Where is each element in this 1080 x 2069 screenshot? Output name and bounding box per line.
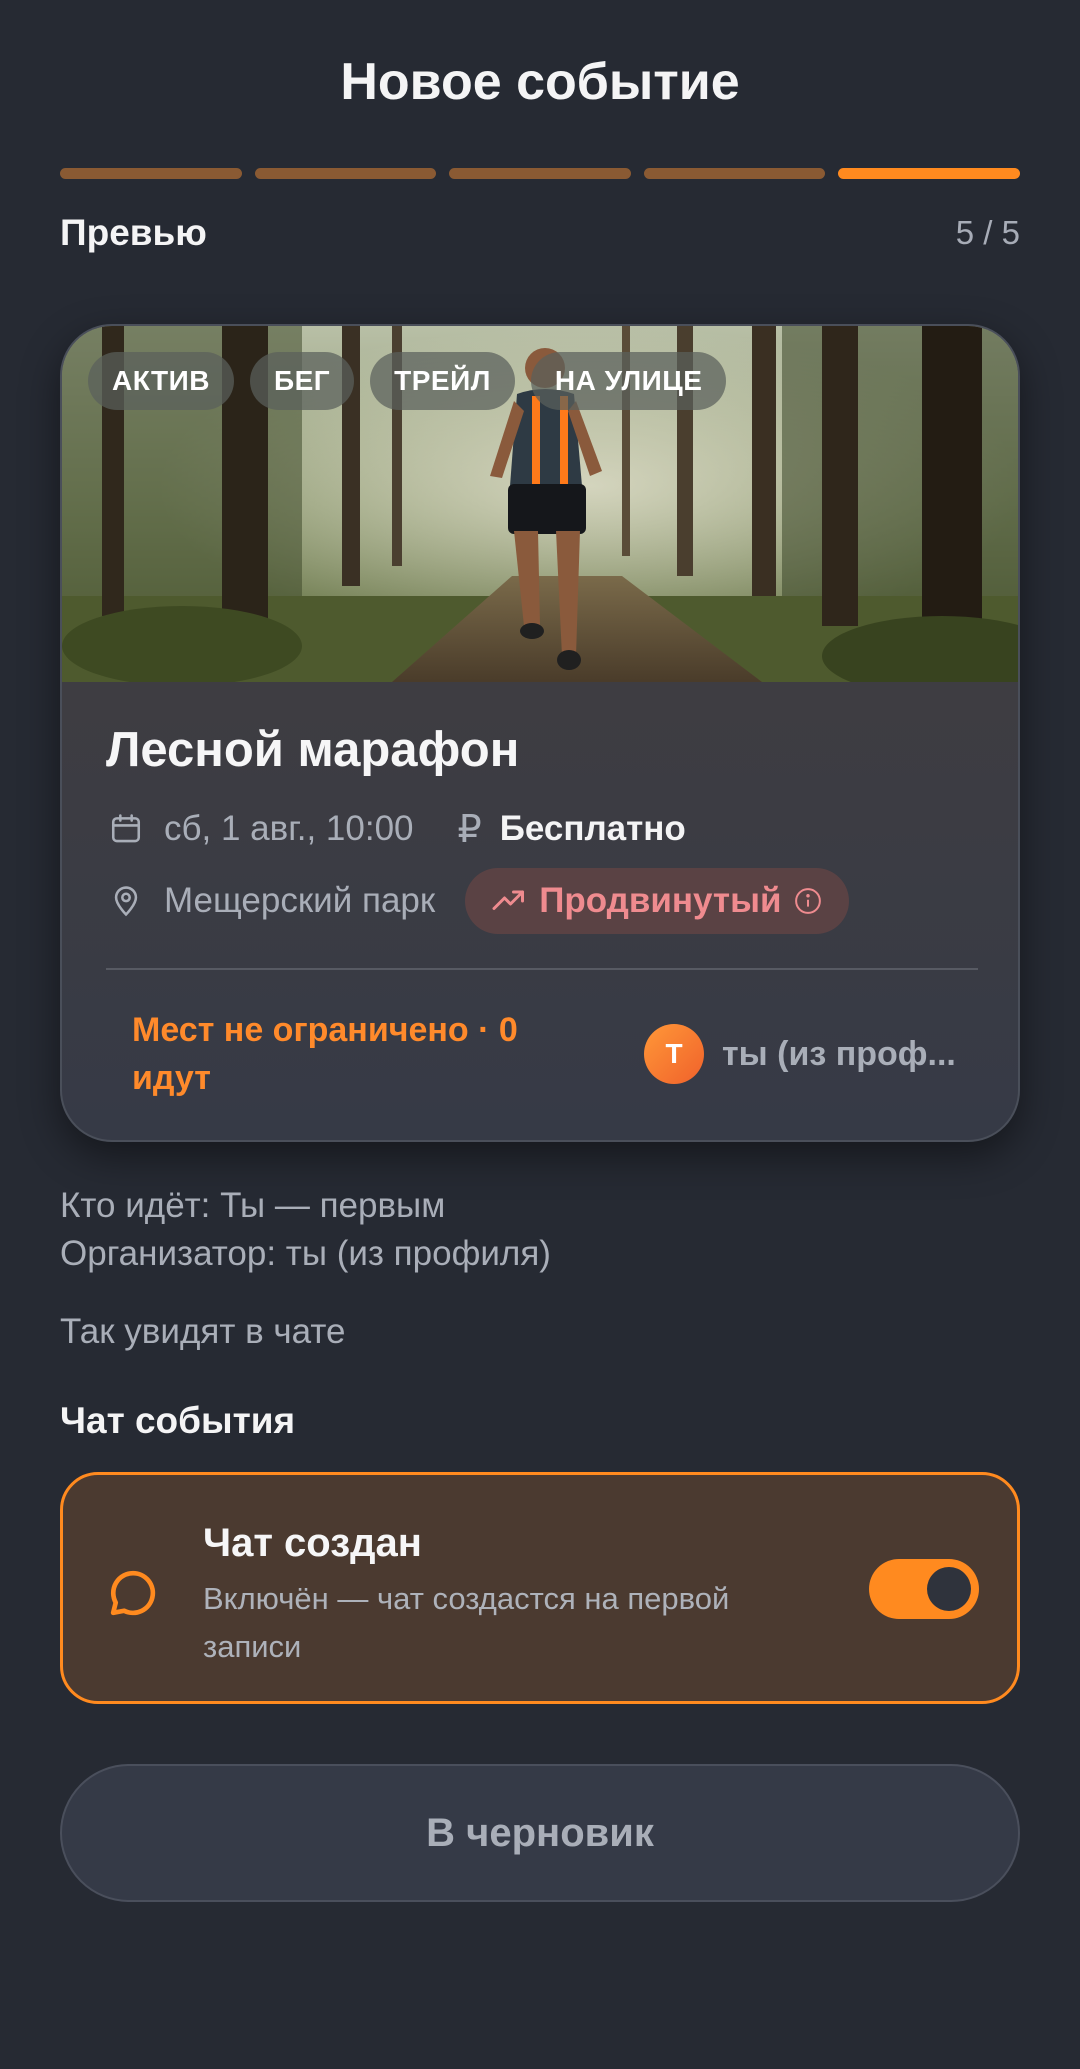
progress-segment-3	[449, 168, 631, 179]
calendar-icon	[106, 809, 146, 849]
chat-card-title: Чат создан	[203, 1521, 422, 1565]
chat-bubble-icon	[105, 1565, 161, 1626]
toggle-knob	[927, 1567, 971, 1611]
event-price: Бесплатно	[499, 809, 686, 848]
event-datetime-row: сб, 1 авг., 10:00 ₽ Бесплатно	[106, 804, 686, 854]
progress-segment-5	[838, 168, 1020, 179]
avatar: Т	[644, 1024, 704, 1084]
event-location-row: Мещерский парк Продвинутый	[106, 868, 850, 934]
event-preview-card[interactable]: АКТИВ БЕГ ТРЕЙЛ НА УЛИЦЕ Лесной марафон …	[60, 324, 1020, 1142]
info-icon[interactable]	[793, 886, 823, 916]
chat-card-description: Включён — чат создастся на первой записи	[203, 1581, 730, 1664]
progress-segment-1	[60, 168, 242, 179]
organizer-chip: Т ты (из проф...	[644, 1024, 962, 1084]
organizer-text: Организатор: ты (из профиля)	[60, 1234, 551, 1273]
attendance-info: Кто идёт: Ты — первым Организатор: ты (и…	[60, 1182, 551, 1278]
trending-up-icon	[492, 890, 525, 910]
tag-chip: АКТИВ	[88, 352, 234, 410]
save-draft-button[interactable]: В черновик	[60, 1764, 1020, 1902]
level-label: Продвинутый	[539, 881, 782, 920]
progress-segment-2	[254, 168, 437, 179]
tag-chip: БЕГ	[249, 352, 355, 410]
chat-section-title: Чат события	[60, 1400, 296, 1441]
chat-toggle-card[interactable]: Чат создан Включён — чат создастся на пе…	[60, 1472, 1020, 1704]
event-title: Лесной марафон	[106, 723, 520, 777]
spots-info: Мест не ограничено · 0 идут	[132, 1011, 518, 1097]
tag-chip: НА УЛИЦЕ	[530, 352, 727, 410]
chat-preview-hint: Так увидят в чате	[60, 1312, 346, 1351]
chat-toggle-switch[interactable]	[869, 1559, 979, 1619]
who-going-text: Кто идёт: Ты — первым	[60, 1186, 446, 1225]
event-location: Мещерский парк	[164, 881, 436, 920]
location-pin-icon	[106, 881, 146, 921]
step-header: Превью 5 / 5	[60, 212, 1020, 254]
organizer-name: ты (из проф...	[722, 1034, 956, 1073]
event-cover-image: АКТИВ БЕГ ТРЕЙЛ НА УЛИЦЕ	[62, 326, 1018, 682]
level-badge[interactable]: Продвинутый	[465, 868, 850, 934]
tag-chip: ТРЕЙЛ	[370, 352, 515, 410]
step-progress	[60, 168, 1020, 179]
event-datetime: сб, 1 авг., 10:00	[164, 809, 414, 848]
tag-list: АКТИВ БЕГ ТРЕЙЛ НА УЛИЦЕ	[88, 352, 727, 410]
step-label: Превью	[60, 212, 207, 253]
page-title: Новое событие	[340, 53, 740, 111]
step-counter: 5 / 5	[955, 214, 1020, 251]
card-divider	[106, 968, 978, 970]
progress-segment-4	[643, 168, 826, 179]
ruble-icon: ₽	[457, 808, 482, 851]
